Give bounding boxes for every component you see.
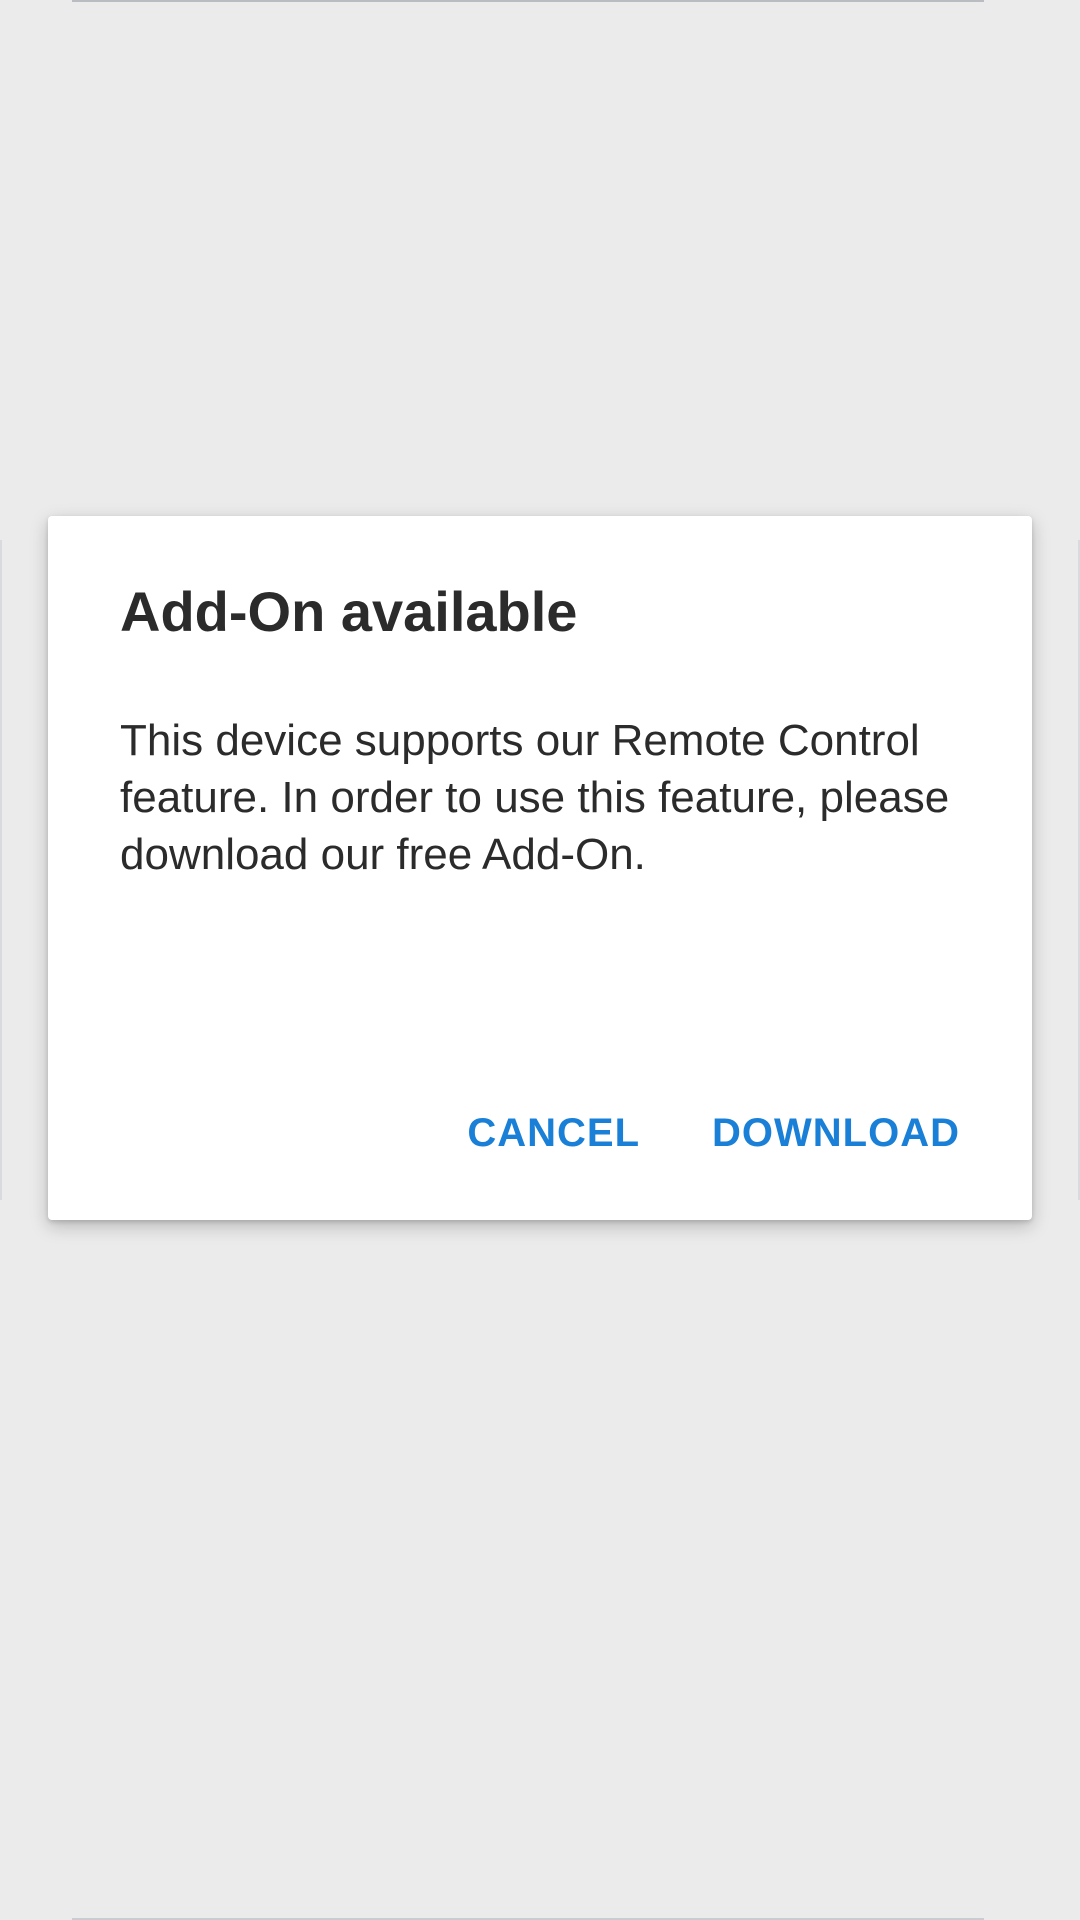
dialog-title: Add-On available [120,580,578,643]
dialog-message: This device supports our Remote Control … [120,716,950,879]
cancel-button[interactable]: CANCEL [455,1099,652,1168]
download-button[interactable]: DOWNLOAD [700,1099,972,1168]
dialog-actions: CANCEL DOWNLOAD [455,1099,972,1168]
background-edge-left [0,540,2,1200]
addon-dialog: Add-On available This device supports ou… [48,516,1032,1220]
background-edge-top [72,0,984,2]
